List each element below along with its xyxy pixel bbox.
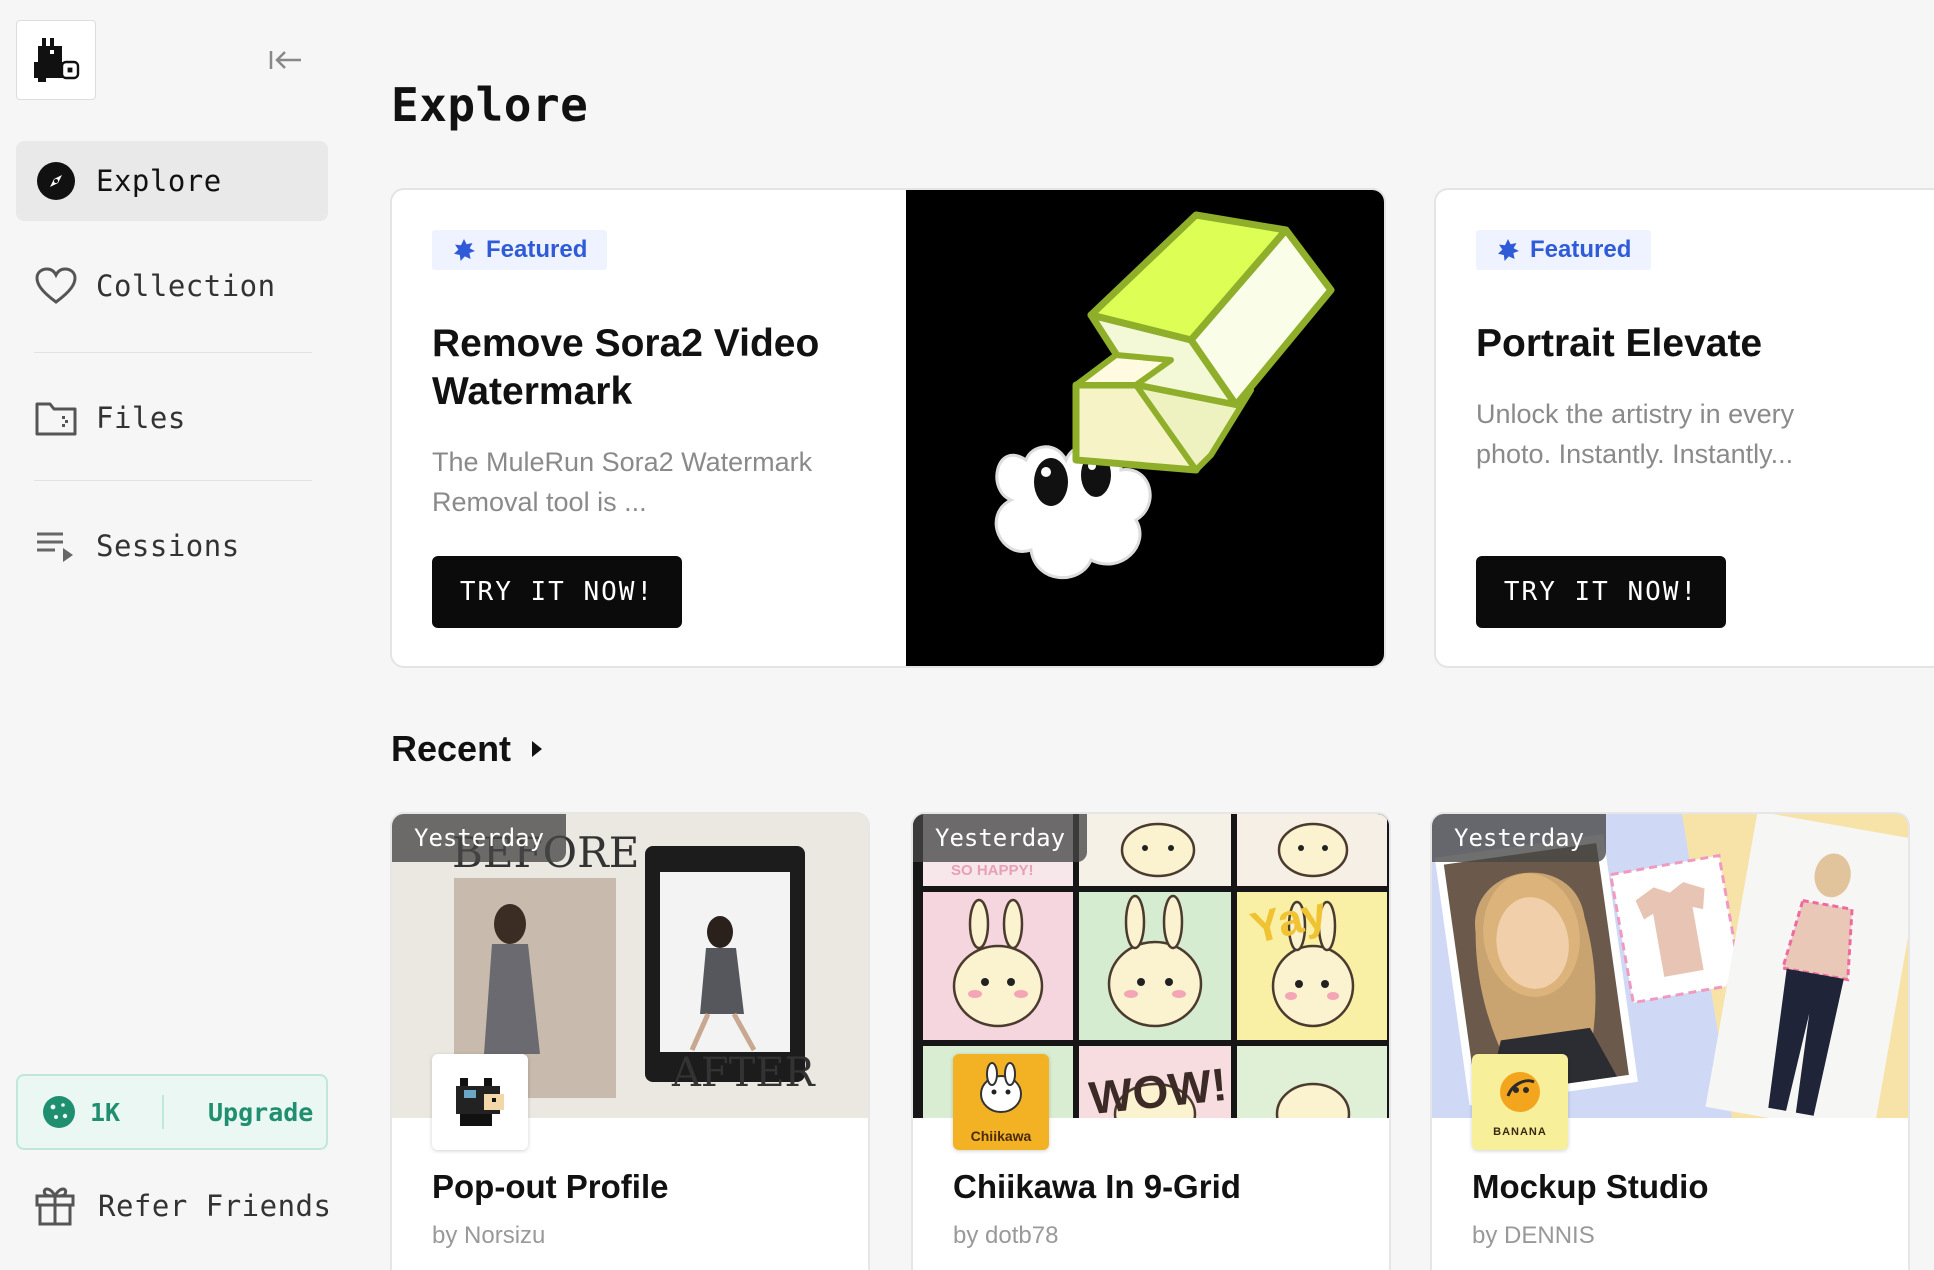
folder-icon [34,396,78,440]
featured-card-portrait[interactable]: Featured Portrait Elevate Unlock the art… [1434,188,1934,668]
avatar: BANANA [1472,1054,1568,1150]
credits-divider [162,1095,164,1129]
refer-friends-button[interactable]: Refer Friends [34,1180,331,1232]
card-title: Pop-out Profile [432,1168,669,1205]
nav-explore[interactable]: Explore [16,141,328,221]
featured-card-watermark[interactable]: Featured Remove Sora2 Video Watermark Th… [390,188,1386,668]
gift-icon [34,1182,76,1231]
credits-panel: 1K Upgrade [16,1074,328,1150]
recent-card-pop-out-profile[interactable]: BEFORE AFTER Yesterday Pop-out Profile b… [390,812,870,1270]
avatar: Chiikawa [953,1054,1049,1150]
featured-title: Remove Sora2 Video Watermark [432,322,820,413]
upgrade-button[interactable]: Upgrade [208,1098,313,1127]
divider [34,480,312,481]
banana-avatar-icon [1500,1072,1540,1112]
playlist-icon [34,524,78,568]
nav-files-label: Files [96,401,186,435]
mule-pixel-logo-icon [34,38,80,82]
nav-sessions[interactable]: Sessions [16,506,328,586]
chiikawa-avatar-icon [980,1062,1022,1113]
nav-explore-label: Explore [96,164,222,198]
avatar-label: BANANA [1493,1126,1547,1138]
nav-files[interactable]: Files [16,378,328,458]
eraser-icon [1072,211,1335,474]
recent-card-mockup-studio[interactable]: Yesterday BANANA Mockup Studio by DENNIS [1430,812,1910,1270]
card-title: Mockup Studio [1472,1168,1709,1205]
nav-collection-label: Collection [96,269,276,303]
sidebar: Explore Collection Files Sessions 1K Upg… [0,0,345,1270]
time-badge: Yesterday [392,814,567,862]
try-it-now-button[interactable]: TRY IT NOW! [1476,556,1726,628]
nav-sessions-label: Sessions [96,529,240,563]
card-author: by dotb78 [953,1222,1059,1249]
logo[interactable] [16,20,96,100]
divider [34,352,312,353]
time-badge: Yesterday [1432,814,1607,862]
credits-amount: 1K [90,1097,121,1127]
time-badge: Yesterday [913,814,1088,862]
featured-description: The MuleRun Sora2 Watermark Removal tool… [432,447,813,517]
recent-card-chiikawa[interactable]: SO HAPPY! Yay WOW! Yesterday Chiikawa Ch… [911,812,1391,1270]
recent-section-link[interactable]: Recent [391,728,545,770]
pixel-avatar-icon [456,1078,504,1126]
card-author: by DENNIS [1472,1222,1595,1249]
featured-description: Unlock the artistry in every photo. Inst… [1476,399,1795,469]
recent-title: Recent [391,728,512,769]
star-badge-icon [454,239,475,261]
star-badge-icon [1498,239,1519,261]
avatar [432,1054,528,1150]
card-title: Chiikawa In 9-Grid [953,1168,1241,1205]
eraser-illustration [906,190,1384,666]
nav-collection[interactable]: Collection [16,246,328,326]
cookie-icon [43,1096,75,1128]
featured-badge-label: Featured [486,236,588,263]
heart-icon [34,264,78,308]
featured-badge: Featured [1476,230,1652,270]
thumb-after-text: AFTER [672,1050,815,1096]
collapse-sidebar-button[interactable] [266,44,306,76]
card-author: by Norsizu [432,1222,546,1249]
page-title: Explore [391,78,589,132]
grid-text-happy: SO HAPPY! [951,862,1034,879]
featured-badge-label: Featured [1530,236,1632,263]
collapse-sidebar-icon [269,51,301,69]
featured-title: Portrait Elevate [1476,322,1763,365]
caret-right-icon [532,741,543,757]
compass-icon [34,159,78,203]
try-it-now-button[interactable]: TRY IT NOW! [432,556,682,628]
featured-badge: Featured [432,230,608,270]
avatar-label: Chiikawa [970,1128,1032,1144]
refer-friends-label: Refer Friends [98,1189,332,1223]
